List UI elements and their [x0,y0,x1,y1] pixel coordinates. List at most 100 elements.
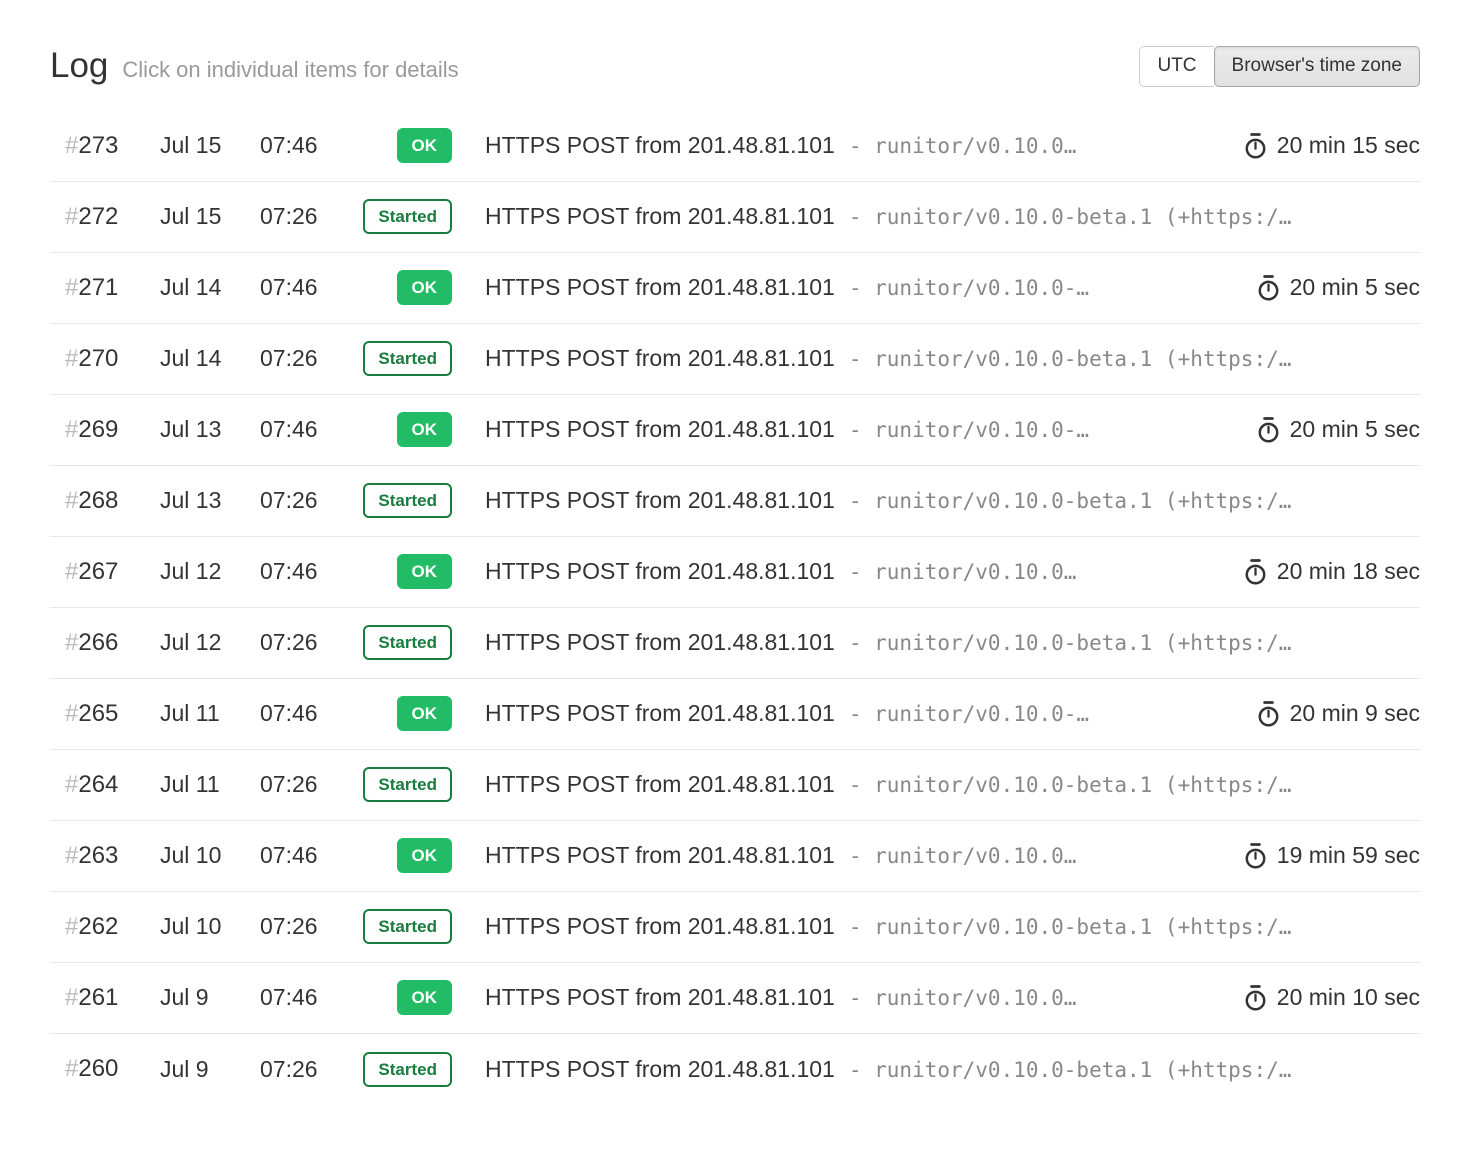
status-badge: OK [397,412,453,447]
event-date: Jul 12 [160,629,260,656]
page-title: Log [50,46,108,86]
log-row[interactable]: #263 Jul 10 07:46 OK HTTPS POST from 201… [50,821,1420,892]
event-date: Jul 15 [160,203,260,230]
event-number-value: 270 [78,345,118,372]
status-badge: Started [363,767,452,802]
log-row[interactable]: #268 Jul 13 07:26 Started HTTPS POST fro… [50,466,1420,537]
event-number: #264 [65,771,160,799]
event-number: #266 [65,629,160,657]
event-time: 07:46 [260,842,360,869]
event-date: Jul 9 [160,1056,260,1083]
event-description-text: HTTPS POST from 201.48.81.101 [485,558,835,584]
page-header: Log Click on individual items for detail… [50,46,1420,87]
event-duration: 20 min 9 sec [1256,700,1420,728]
duration-text: 20 min 9 sec [1290,700,1420,727]
event-description-text: HTTPS POST from 201.48.81.101 [485,629,835,655]
event-user-agent: - runitor/v0.10.0-beta.1 (+https:/… [849,205,1292,229]
event-time: 07:46 [260,558,360,585]
event-user-agent: - runitor/v0.10.0-beta.1 (+https:/… [849,631,1292,655]
status-badge: OK [397,838,453,873]
event-description-text: HTTPS POST from 201.48.81.101 [485,274,835,300]
log-row[interactable]: #273 Jul 15 07:46 OK HTTPS POST from 201… [50,111,1420,182]
hash-prefix: # [65,842,78,869]
status-badge-cell: OK [360,980,452,1015]
event-time: 07:26 [260,771,360,798]
status-badge: Started [363,625,452,660]
event-number: #271 [65,274,160,302]
status-badge: Started [363,199,452,234]
status-badge-cell: Started [360,909,452,944]
event-user-agent: - runitor/v0.10.0-beta.1 (+https:/… [849,489,1292,513]
event-user-agent: - runitor/v0.10.0… [849,986,1077,1010]
event-time: 07:46 [260,700,360,727]
log-row[interactable]: #270 Jul 14 07:26 Started HTTPS POST fro… [50,324,1420,395]
event-description-text: HTTPS POST from 201.48.81.101 [485,984,835,1010]
event-description: HTTPS POST from 201.48.81.101- runitor/v… [485,700,1242,727]
event-number-value: 263 [78,842,118,869]
status-badge-cell: OK [360,554,452,589]
event-description: HTTPS POST from 201.48.81.101- runitor/v… [485,416,1242,443]
log-row[interactable]: #265 Jul 11 07:46 OK HTTPS POST from 201… [50,679,1420,750]
event-number: #270 [65,345,160,373]
event-description: HTTPS POST from 201.48.81.101- runitor/v… [485,345,1420,372]
event-user-agent: - runitor/v0.10.0-beta.1 (+https:/… [849,347,1292,371]
event-date: Jul 11 [160,700,260,727]
event-description: HTTPS POST from 201.48.81.101 - runitor/v… [485,558,1229,585]
event-description-text: HTTPS POST from 201.48.81.101 [485,132,835,158]
duration-text: 20 min 5 sec [1290,416,1420,443]
log-row[interactable]: #267 Jul 12 07:46 OK HTTPS POST from 201… [50,537,1420,608]
event-time: 07:26 [260,487,360,514]
event-date: Jul 14 [160,345,260,372]
event-description: HTTPS POST from 201.48.81.101- runitor/v… [485,913,1420,940]
event-number-value: 260 [78,1055,118,1082]
duration-text: 20 min 15 sec [1277,132,1420,159]
event-time: 07:46 [260,274,360,301]
status-badge: Started [363,1052,452,1087]
status-badge: OK [397,696,453,731]
event-number-value: 273 [78,132,118,159]
event-date: Jul 12 [160,558,260,585]
status-badge-cell: Started [360,625,452,660]
log-row[interactable]: #264 Jul 11 07:26 Started HTTPS POST fro… [50,750,1420,821]
event-number-value: 272 [78,203,118,230]
stopwatch-icon [1256,700,1281,728]
hash-prefix: # [65,345,78,372]
event-description-text: HTTPS POST from 201.48.81.101 [485,416,835,442]
status-badge-cell: OK [360,270,452,305]
event-time: 07:26 [260,345,360,372]
event-number-value: 271 [78,274,118,301]
event-description: HTTPS POST from 201.48.81.101 - runitor/v… [485,1056,1420,1083]
event-number-value: 262 [78,913,118,940]
event-date: Jul 10 [160,842,260,869]
log-row[interactable]: #266 Jul 12 07:26 Started HTTPS POST fro… [50,608,1420,679]
event-duration: 19 min 59 sec [1243,842,1420,870]
log-row[interactable]: #272 Jul 15 07:26 Started HTTPS POST fro… [50,182,1420,253]
status-badge: OK [397,554,453,589]
event-number: #262 [65,913,160,941]
log-row[interactable]: #260 Jul 9 07:26 Started HTTPS POST from… [50,1034,1420,1105]
event-number-value: 261 [78,984,118,1011]
log-row[interactable]: #269 Jul 13 07:46 OK HTTPS POST from 201… [50,395,1420,466]
log-row[interactable]: #261 Jul 9 07:46 OK HTTPS POST from 201.… [50,963,1420,1034]
event-user-agent: - runitor/v0.10.0-beta.1 (+https:/… [849,1058,1292,1082]
event-time: 07:46 [260,132,360,159]
event-user-agent: - runitor/v0.10.0… [849,560,1077,584]
status-badge-cell: Started [360,199,452,234]
event-user-agent: - runitor/v0.10.0-… [849,702,1089,726]
event-time: 07:26 [260,203,360,230]
log-row[interactable]: #262 Jul 10 07:26 Started HTTPS POST fro… [50,892,1420,963]
event-date: Jul 13 [160,416,260,443]
hash-prefix: # [65,913,78,940]
event-duration: 20 min 15 sec [1243,132,1420,160]
utc-button[interactable]: UTC [1139,46,1213,87]
log-row[interactable]: #271 Jul 14 07:46 OK HTTPS POST from 201… [50,253,1420,324]
stopwatch-icon [1256,274,1281,302]
event-description: HTTPS POST from 201.48.81.101 - runitor/v… [485,132,1229,159]
browser-timezone-button[interactable]: Browser's time zone [1214,46,1420,87]
status-badge-cell: OK [360,128,452,163]
event-date: Jul 13 [160,487,260,514]
event-user-agent: - runitor/v0.10.0… [849,134,1077,158]
event-description-text: HTTPS POST from 201.48.81.101 [485,1056,835,1082]
hash-prefix: # [65,203,78,230]
event-date: Jul 15 [160,132,260,159]
